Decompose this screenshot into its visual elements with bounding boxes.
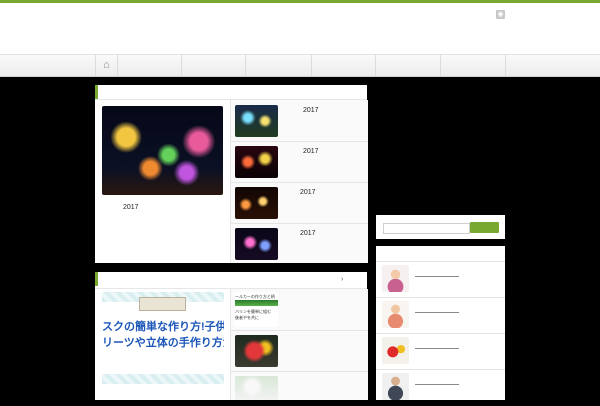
list-separator [231, 223, 368, 224]
category-thumb-2[interactable] [235, 335, 278, 367]
nav-item-2[interactable] [181, 55, 245, 76]
sidebar-item-2[interactable] [376, 298, 505, 334]
sidebar-thumb [382, 301, 409, 328]
category-thumb-3[interactable] [235, 376, 278, 400]
list-separator [231, 182, 368, 183]
sidebar-item-title [415, 276, 459, 277]
sidebar-thumb [382, 265, 409, 292]
list-separator [231, 141, 368, 142]
sidebar-thumb [382, 373, 409, 400]
nav-item-1[interactable] [117, 55, 181, 76]
pattern-strip [102, 374, 224, 384]
featured-panel: 2017 2017 2017 2017 2017 [95, 85, 368, 263]
featured-list: 2017 2017 2017 2017 [230, 100, 368, 263]
thumb-band [235, 300, 278, 306]
featured-date-3: 2017 [300, 189, 316, 196]
category-main-image[interactable]: スクの簡単な作り方!子供用か リーツや立体の手作り方法も [102, 292, 224, 400]
sidebar-thumb [382, 337, 409, 364]
sidebar-item-title [415, 312, 459, 313]
nav-home[interactable]: ⌂ [95, 55, 117, 76]
site-header: ◉ [0, 3, 600, 54]
search-button[interactable] [470, 222, 499, 233]
nav-item-6[interactable] [440, 55, 505, 76]
sidebar-item-3[interactable] [376, 334, 505, 370]
featured-panel-header [95, 85, 367, 99]
tag-label [139, 297, 186, 311]
sidebar-item-4[interactable] [376, 370, 505, 406]
featured-thumb-2[interactable] [235, 146, 278, 178]
category-panel-header [95, 272, 367, 286]
list-separator [231, 371, 368, 372]
more-icon[interactable]: › [341, 276, 343, 283]
nav-item-3[interactable] [245, 55, 311, 76]
sidebar-item-title [415, 348, 459, 349]
sidebar-item-1[interactable] [376, 262, 505, 298]
banner-text-1: スクの簡単な作り方!子供用か [102, 321, 224, 333]
rss-icon[interactable]: ◉ [496, 10, 505, 19]
featured-main-date: 2017 [123, 204, 139, 211]
list-separator [231, 330, 368, 331]
category-panel: › スクの簡単な作り方!子供用か リーツや立体の手作り方法も ールカーの作り方と… [95, 272, 368, 400]
sidebar-widget [376, 246, 505, 400]
main-nav: ⌂ [0, 54, 600, 77]
nav-item-5[interactable] [375, 55, 440, 76]
sidebar-widget-header [376, 246, 505, 262]
banner-text-2: リーツや立体の手作り方法も [102, 337, 224, 349]
category-list: ールカーの作り方と柄 バリンを簡単に組む 後者やを共に [230, 289, 368, 400]
nav-item-4[interactable] [311, 55, 375, 76]
featured-date-2: 2017 [303, 148, 319, 155]
featured-date-4: 2017 [300, 230, 316, 237]
sidebar-item-title [415, 384, 459, 385]
home-icon: ⌂ [103, 59, 110, 71]
featured-thumb-1[interactable] [235, 105, 278, 137]
featured-date-1: 2017 [303, 107, 319, 114]
category-thumb-1[interactable]: ールカーの作り方と柄 バリンを簡単に組む 後者やを共に [235, 292, 278, 327]
search-input[interactable] [383, 223, 470, 234]
featured-thumb-3[interactable] [235, 187, 278, 219]
featured-thumb-4[interactable] [235, 228, 278, 260]
sidebar-search [376, 215, 505, 239]
nav-item-end [505, 55, 507, 76]
featured-main-image[interactable] [102, 106, 223, 195]
thumb-caption: 後者やを共に [235, 315, 259, 320]
